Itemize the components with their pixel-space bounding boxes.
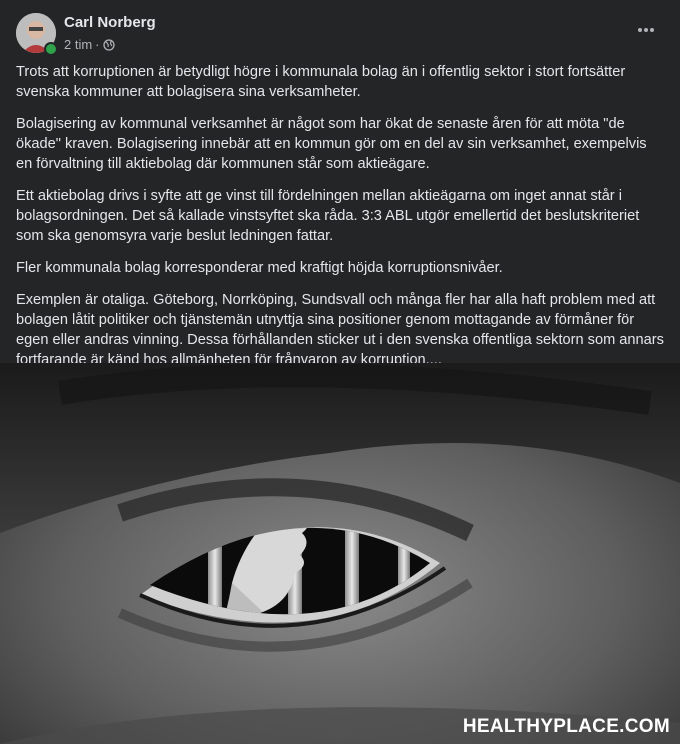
post-meta: 2 tim · bbox=[64, 37, 115, 52]
post-header: Carl Norberg 2 tim · bbox=[0, 0, 680, 62]
more-options-icon[interactable] bbox=[632, 20, 660, 40]
post-paragraph-1: Trots att korruptionen är betydligt högr… bbox=[16, 64, 626, 100]
online-status-dot bbox=[44, 42, 58, 56]
post-paragraph-3: Ett aktiebolag drivs i syfte att ge vins… bbox=[16, 188, 640, 244]
post-text: Trots att korruptionen är betydligt högr… bbox=[0, 62, 680, 370]
post-paragraph-4: Fler kommunala bolag korresponderar med … bbox=[16, 260, 503, 276]
post-paragraph-2: Bolagisering av kommunal verksamhet är n… bbox=[16, 116, 647, 172]
eye-with-bars-illustration bbox=[0, 363, 680, 744]
author-name[interactable]: Carl Norberg bbox=[64, 14, 156, 31]
post-card: Carl Norberg 2 tim · Trots att korruptio… bbox=[0, 0, 680, 744]
post-time[interactable]: 2 tim bbox=[64, 37, 92, 52]
globe-icon bbox=[102, 38, 115, 51]
post-image[interactable]: HEALTHYPLACE.COM bbox=[0, 363, 680, 744]
meta-separator: · bbox=[95, 37, 100, 52]
post-paragraph-5: Exemplen är otaliga. Göteborg, Norrköpin… bbox=[16, 292, 664, 368]
image-watermark: HEALTHYPLACE.COM bbox=[462, 716, 670, 737]
